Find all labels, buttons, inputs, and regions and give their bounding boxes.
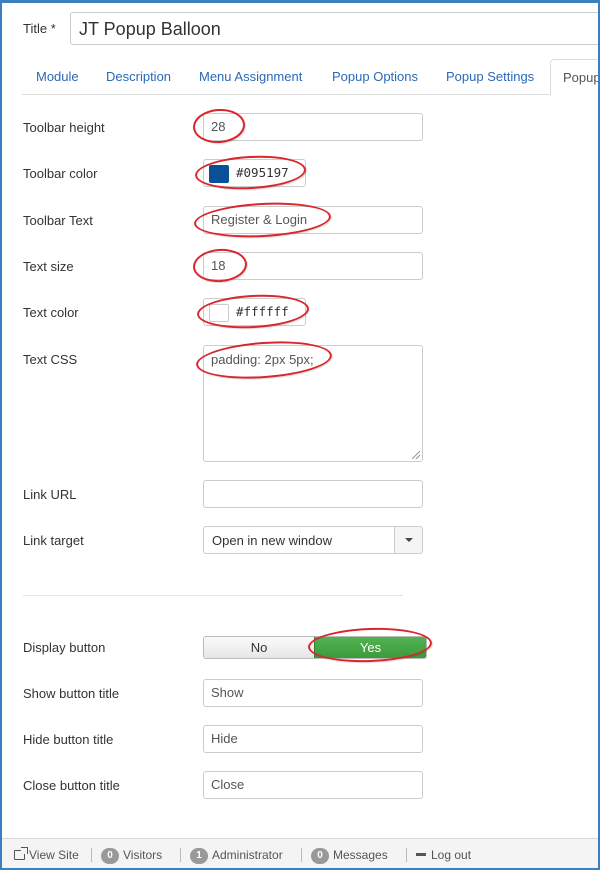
separator — [406, 848, 407, 862]
link-target-value: Open in new window — [212, 533, 332, 548]
link-url-label: Link URL — [23, 487, 77, 502]
color-swatch[interactable] — [209, 304, 229, 322]
dropdown-toggle[interactable] — [394, 527, 422, 553]
minus-icon — [416, 853, 426, 856]
hide-button-title-input[interactable]: Hide — [203, 725, 423, 753]
color-swatch[interactable] — [209, 165, 229, 183]
tab-popup-toolbar[interactable]: Popup — [550, 59, 600, 96]
visitors-badge: 0 — [101, 848, 119, 864]
toolbar-color-value: #095197 — [236, 165, 289, 180]
tab-description[interactable]: Description — [106, 59, 171, 95]
text-color-value: #ffffff — [236, 304, 289, 319]
text-color-label: Text color — [23, 305, 79, 320]
separator — [91, 848, 92, 862]
title-input[interactable]: JT Popup Balloon — [70, 12, 600, 45]
separator — [301, 848, 302, 862]
link-target-label: Link target — [23, 533, 84, 548]
status-bar: View Site 0 Visitors 1 Administrator 0 Mess… — [0, 838, 600, 870]
toolbar-height-label: Toolbar height — [23, 120, 105, 135]
tab-popup-settings[interactable]: Popup Settings — [446, 59, 534, 95]
display-button-label: Display button — [23, 640, 106, 655]
tab-bar: Module Description Menu Assignment Popup… — [22, 59, 600, 96]
link-url-input[interactable] — [203, 480, 423, 508]
administrator-badge: 1 — [190, 848, 208, 864]
link-target-select[interactable]: Open in new window — [203, 526, 423, 554]
hide-button-title-label: Hide button title — [23, 732, 114, 747]
view-site-link[interactable]: View Site — [14, 847, 79, 862]
text-color-picker[interactable]: #ffffff — [203, 298, 306, 326]
text-css-textarea[interactable]: padding: 2px 5px; — [203, 345, 423, 462]
administrator-link[interactable]: 1 Administrator — [190, 848, 283, 864]
show-button-title-label: Show button title — [23, 686, 120, 701]
toolbar-color-picker[interactable]: #095197 — [203, 159, 306, 187]
close-button-title-label: Close button title — [23, 778, 120, 793]
resize-grip-icon[interactable] — [412, 451, 420, 459]
logout-link[interactable]: Log out — [416, 848, 471, 862]
text-size-input[interactable]: 18 — [203, 252, 423, 280]
tab-module[interactable]: Module — [36, 59, 79, 95]
tab-menu-assignment[interactable]: Menu Assignment — [199, 59, 302, 95]
display-button-toggle: No Yes — [203, 636, 427, 659]
visitors-link[interactable]: 0 Visitors — [101, 848, 162, 864]
external-link-icon — [14, 847, 28, 860]
toggle-yes-option[interactable]: Yes — [314, 637, 426, 658]
text-css-label: Text CSS — [23, 352, 78, 367]
toggle-no-option[interactable]: No — [204, 637, 314, 658]
toolbar-text-input[interactable]: Register & Login — [203, 206, 423, 234]
toolbar-text-label: Toolbar Text — [23, 213, 93, 228]
title-row: Title * JT Popup Balloon — [23, 12, 600, 48]
tab-popup-options[interactable]: Popup Options — [332, 59, 418, 95]
close-button-title-input[interactable]: Close — [203, 771, 423, 799]
separator — [180, 848, 181, 862]
text-size-label: Text size — [23, 259, 74, 274]
toolbar-height-input[interactable]: 28 — [203, 113, 423, 141]
chevron-down-icon — [405, 538, 413, 542]
text-css-value: padding: 2px 5px; — [211, 352, 314, 367]
messages-link[interactable]: 0 Messages — [311, 848, 388, 864]
show-button-title-input[interactable]: Show — [203, 679, 423, 707]
title-label: Title * — [23, 21, 56, 36]
divider — [23, 595, 403, 596]
toolbar-color-label: Toolbar color — [23, 166, 98, 181]
messages-badge: 0 — [311, 848, 329, 864]
